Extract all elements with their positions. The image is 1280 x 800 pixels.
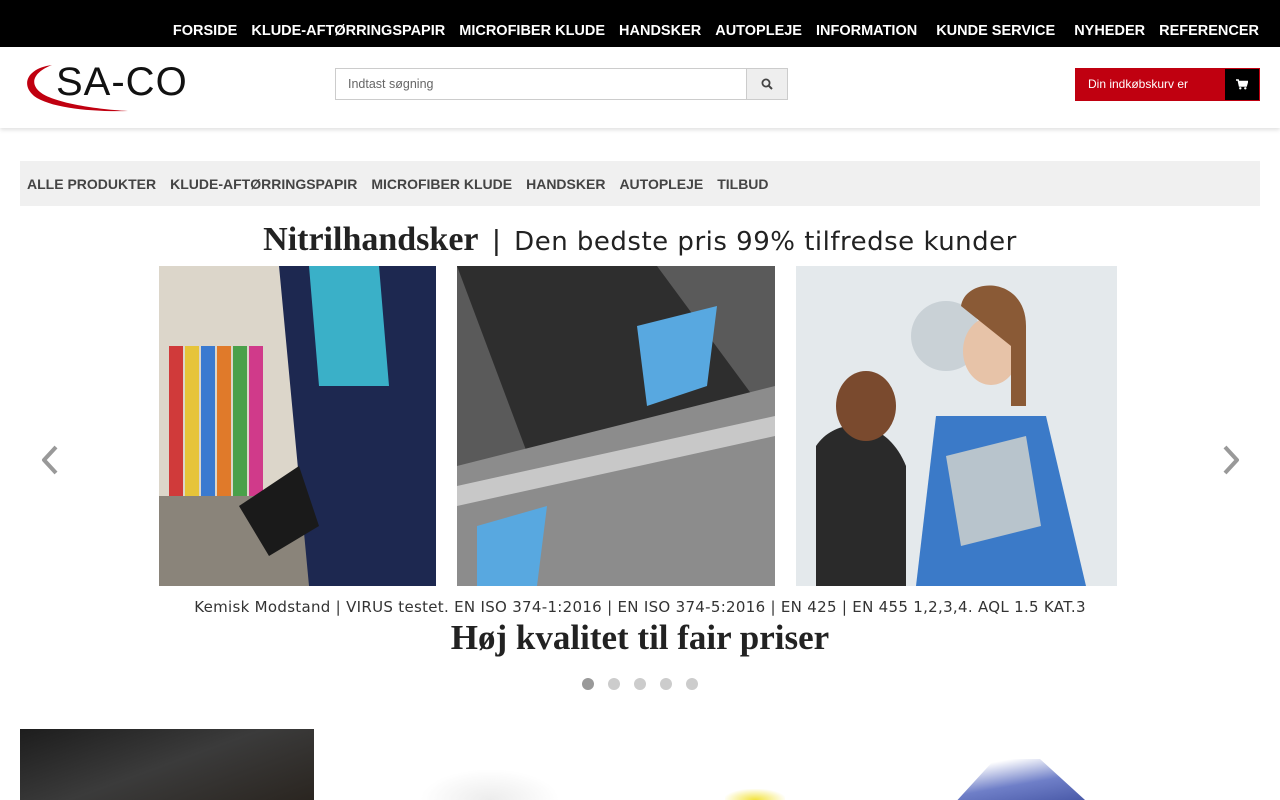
search-icon	[761, 78, 773, 90]
site-header: SA-CO Din indkøbskurv er tom	[0, 47, 1280, 128]
topnav-microfiber-klude[interactable]: MICROFIBER KLUDE	[459, 23, 605, 39]
slide-caption: Kemisk Modstand | VIRUS testet. EN ISO 3…	[194, 598, 1086, 616]
slider-dot-3[interactable]	[634, 678, 646, 690]
topnav-information[interactable]: INFORMATION	[816, 23, 917, 39]
top-navigation-bar: FORSIDE KLUDE-AFTØRRINGSPAPIR MICROFIBER…	[0, 0, 1280, 47]
slider-dot-2[interactable]	[608, 678, 620, 690]
topnav-klude-aftorringspapir[interactable]: KLUDE-AFTØRRINGSPAPIR	[251, 23, 445, 39]
logo-text: SA-CO	[56, 60, 188, 104]
slider-dots	[20, 678, 1260, 690]
cart-button[interactable]	[1224, 68, 1260, 101]
slide-photo-cleaner	[159, 266, 436, 586]
slide-photo-dentist	[796, 266, 1117, 586]
product-strip	[20, 729, 1260, 800]
cart-widget[interactable]: Din indkøbskurv er tom	[1075, 68, 1260, 124]
slider-dot-1[interactable]	[582, 678, 594, 690]
search-input[interactable]	[335, 68, 746, 100]
chevron-right-icon	[1223, 445, 1239, 475]
topnav-kunde-service[interactable]: KUNDE SERVICE	[936, 23, 1055, 39]
saco-logo[interactable]: SA-CO	[22, 62, 232, 114]
slide-tagline: Høj kvalitet til fair priser	[450, 618, 830, 657]
product-thumb-car-interior[interactable]	[20, 729, 314, 800]
product-thumb-white-cloth[interactable]	[420, 769, 560, 800]
slide-title-product: Nitrilhandsker	[263, 221, 479, 258]
slide-photo-oven-cleaning	[457, 266, 775, 586]
category-bar: ALLE PRODUKTER KLUDE-AFTØRRINGSPAPIR MIC…	[20, 161, 1260, 206]
slider-next-button[interactable]	[1219, 444, 1243, 476]
category-handsker[interactable]: HANDSKER	[526, 176, 605, 192]
slide-title-subtitle: Den bedste pris 99% tilfredse kunder	[514, 227, 1017, 257]
slide-title: Nitrilhandsker | Den bedste pris 99% til…	[20, 221, 1260, 259]
cart-status-label[interactable]: Din indkøbskurv er tom	[1075, 68, 1224, 124]
search-bar	[335, 68, 788, 100]
slider-dot-4[interactable]	[660, 678, 672, 690]
topnav-referencer[interactable]: REFERENCER	[1159, 23, 1259, 39]
slider-dot-5[interactable]	[686, 678, 698, 690]
topnav-forside[interactable]: FORSIDE	[173, 23, 237, 39]
category-microfiber-klude[interactable]: MICROFIBER KLUDE	[371, 176, 512, 192]
chevron-left-icon	[42, 445, 58, 475]
topnav-nyheder[interactable]: NYHEDER	[1074, 23, 1145, 39]
search-button[interactable]	[746, 68, 788, 100]
category-klude-aftorringspapir[interactable]: KLUDE-AFTØRRINGSPAPIR	[170, 176, 357, 192]
slide-title-separator: |	[492, 225, 501, 257]
top-nav: FORSIDE KLUDE-AFTØRRINGSPAPIR MICROFIBER…	[159, 0, 1259, 47]
cart-icon	[1236, 79, 1248, 90]
hero-slider: Nitrilhandsker | Den bedste pris 99% til…	[20, 216, 1260, 706]
category-alle-produkter[interactable]: ALLE PRODUKTER	[27, 176, 156, 192]
category-tilbud[interactable]: TILBUD	[717, 176, 768, 192]
product-thumb-yellow-cloth[interactable]	[725, 789, 785, 800]
category-autopleje[interactable]: AUTOPLEJE	[619, 176, 703, 192]
topnav-autopleje[interactable]: AUTOPLEJE	[715, 23, 802, 39]
topnav-handsker[interactable]: HANDSKER	[619, 23, 701, 39]
slider-prev-button[interactable]	[38, 444, 62, 476]
product-thumb-blue-glove[interactable]	[957, 759, 1085, 800]
